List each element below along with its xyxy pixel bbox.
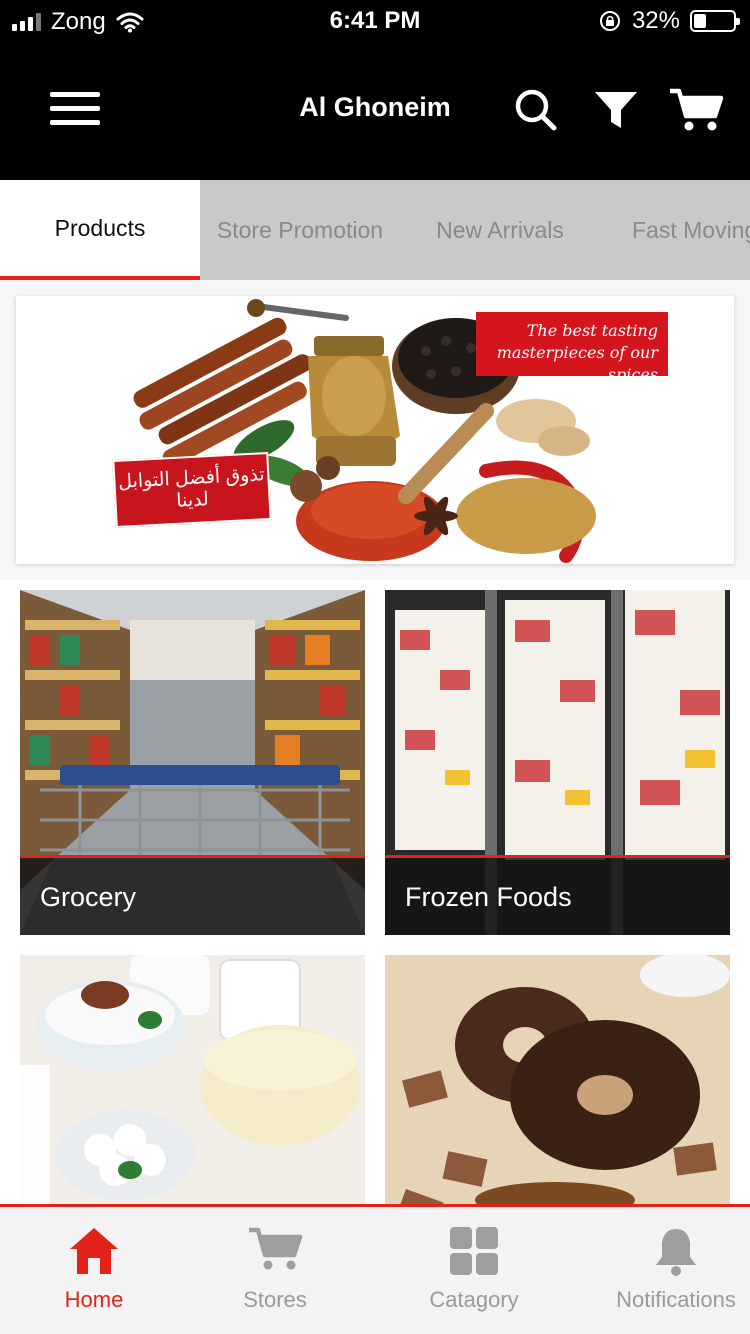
dairy-image [20,955,365,1206]
tab-new-arrivals[interactable]: New Arrivals [400,180,600,280]
cart-button[interactable] [668,86,724,134]
search-icon [515,89,557,131]
nav-stores-label: Stores [243,1287,307,1312]
nav-notifications-label: Notifications [616,1287,736,1312]
category-grid: Grocery Frozen Foods [0,580,750,1206]
nav-stores[interactable]: Stores [181,1207,369,1334]
category-card-frozen-foods[interactable]: Frozen Foods [385,590,730,935]
app-bar: Al Ghoneim [0,50,750,170]
status-bar: Zong 6:41 PM 32% [0,0,750,40]
category-card-grocery[interactable]: Grocery [20,590,365,935]
bell-icon [656,1229,696,1276]
rotation-lock-icon [599,11,620,31]
bakery-image [385,955,730,1206]
app-title: Al Ghoneim [299,92,451,122]
promo-banner[interactable]: The best tasting masterpieces of our spi… [16,296,734,564]
nav-home[interactable]: Home [0,1207,188,1334]
category-tabs: Products Store Promotion New Arrivals Fa… [0,180,750,280]
tab-store-promotion[interactable]: Store Promotion [200,180,400,280]
home-icon [70,1228,118,1274]
category-card-bakery[interactable] [385,955,730,1206]
tab-fast-moving[interactable]: Fast Moving [600,180,750,280]
search-button[interactable] [512,86,560,134]
battery-icon [690,10,740,32]
banner-arabic-text: تذوق أفضل التوابل لدينا [112,451,272,529]
top-bar: Zong 6:41 PM 32% Al Ghoneim [0,0,750,180]
cart-icon [249,1227,303,1270]
category-card-dairy[interactable] [20,955,365,1206]
tab-products[interactable]: Products [0,180,200,280]
category-label-frozen-foods: Frozen Foods [385,855,730,935]
cart-icon [670,88,724,131]
nav-notifications[interactable]: Notifications [582,1207,750,1334]
menu-button[interactable] [46,88,102,128]
nav-home-label: Home [64,1287,124,1312]
nav-category-label: Catagory [429,1287,519,1312]
filter-icon [595,92,637,128]
category-label-grocery: Grocery [20,855,365,935]
bottom-navigation: Home Stores Catagory Notifications [0,1204,750,1334]
battery-percent: 32% [631,7,680,34]
filter-button[interactable] [592,86,640,134]
banner-english-text: The best tasting masterpieces of our spi… [476,312,668,384]
status-right: 32% [598,7,740,35]
grid-icon [450,1227,498,1275]
nav-category[interactable]: Catagory [380,1207,568,1334]
